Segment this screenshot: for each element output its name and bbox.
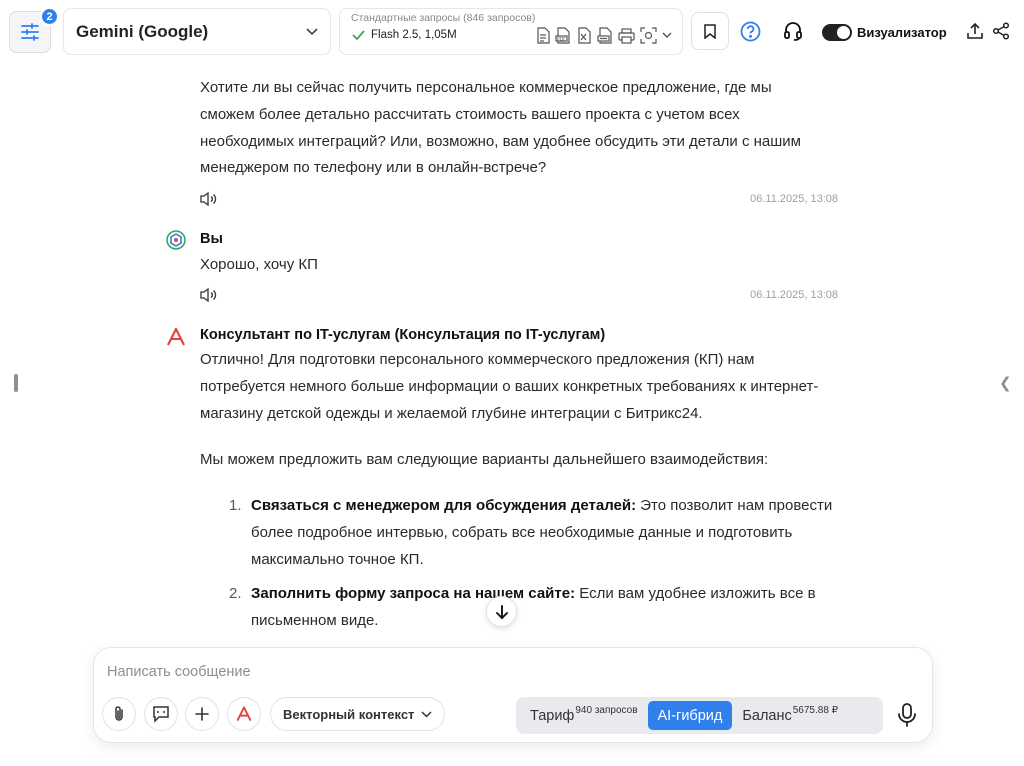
text-line: магазину детской одежды и желаемой глуби… xyxy=(200,404,703,422)
requests-title: Стандартные запросы (846 запросов) xyxy=(351,12,536,24)
top-bar: 2 Gemini (Google) Стандартные запросы (8… xyxy=(0,0,1024,64)
visualizer-toggle[interactable] xyxy=(822,24,852,41)
text-line: Хотите ли вы сейчас получить персонально… xyxy=(200,79,772,96)
chat-bubble-icon xyxy=(153,706,169,723)
mode-tariff-count: 940 запросов xyxy=(575,705,638,716)
message-assistant-text: Отлично! Для подготовки персонального ко… xyxy=(200,347,840,427)
message-author: Вы xyxy=(200,231,223,247)
list-bold: Связаться с менеджером для обсуждения де… xyxy=(251,497,637,514)
speaker-icon[interactable] xyxy=(199,287,219,303)
mode-tariff-label: Тариф xyxy=(530,707,575,724)
speaker-icon[interactable] xyxy=(199,191,219,207)
mode-balance[interactable]: Баланс 5675.88 ₽ xyxy=(732,701,848,730)
text-line: сможем более детально рассчитать стоимос… xyxy=(200,105,740,123)
text-line: максимально точное КП. xyxy=(251,550,424,568)
pdf-icon[interactable]: PDF xyxy=(555,27,571,44)
chat-area[interactable]: Хотите ли вы сейчас получить персонально… xyxy=(0,64,1024,634)
microphone-button[interactable] xyxy=(898,703,916,732)
list-text: Связаться с менеджером для обсуждения де… xyxy=(251,493,832,573)
attach-button[interactable] xyxy=(102,697,136,731)
bookmark-button[interactable] xyxy=(691,12,729,50)
scroll-down-button[interactable] xyxy=(486,596,517,627)
list-number: 1. xyxy=(229,497,242,514)
list-bold: Заполнить форму запроса на нашем сайте: xyxy=(251,585,576,602)
mode-switch: Тариф 940 запросов AI-гибрид Баланс 5675.8… xyxy=(516,697,883,734)
message-timestamp: 06.11.2025, 13:08 xyxy=(750,193,838,205)
text-line: потребуется немного больше информации о … xyxy=(200,377,819,395)
chevron-down-icon xyxy=(421,710,432,718)
message-assistant-text: Хотите ли вы сейчас получить персонально… xyxy=(200,75,840,182)
mode-balance-amount: 5675.88 ₽ xyxy=(792,705,839,716)
consultant-logo-icon xyxy=(167,327,185,346)
mode-hybrid-label: AI-гибрид xyxy=(657,707,723,724)
text-line: письменном виде. xyxy=(251,611,379,629)
share-button[interactable] xyxy=(992,22,1010,45)
mode-tariff[interactable]: Тариф 940 запросов xyxy=(520,701,648,730)
document-icon[interactable] xyxy=(536,27,550,44)
requests-model-label: Flash 2.5, 1,05M xyxy=(371,29,457,41)
assistant-select-button[interactable] xyxy=(227,697,261,731)
model-name: Gemini (Google) xyxy=(76,21,209,41)
text-line: менеджером по телефону или в онлайн-встр… xyxy=(200,159,547,177)
chevron-down-icon xyxy=(306,27,318,35)
requests-model: Flash 2.5, 1,05M xyxy=(352,29,457,41)
vector-context-select[interactable]: Векторный контекст xyxy=(270,697,445,731)
add-button[interactable] xyxy=(185,697,219,731)
paperclip-icon xyxy=(115,706,123,721)
plus-icon xyxy=(195,707,209,721)
list-item: 2. Заполнить форму запроса на нашем сайт… xyxy=(229,581,841,634)
message-user-text: Хорошо, хочу КП xyxy=(200,256,318,273)
consultant-logo-icon xyxy=(236,706,252,721)
help-button[interactable] xyxy=(740,21,761,47)
excel-icon[interactable] xyxy=(576,27,592,44)
export-tools: PDF xyxy=(536,27,672,44)
model-select[interactable]: Gemini (Google) xyxy=(63,8,331,55)
question-circle-icon xyxy=(740,21,761,42)
check-icon xyxy=(352,30,365,40)
user-avatar-icon xyxy=(166,230,186,250)
message-author: Консультант по IT-услугам (Консультация … xyxy=(200,327,606,343)
support-button[interactable] xyxy=(783,21,803,46)
settings-badge: 2 xyxy=(40,7,59,26)
microphone-icon xyxy=(898,703,916,727)
message-input[interactable] xyxy=(107,661,907,683)
arrow-down-icon xyxy=(495,604,508,619)
screenshot-icon[interactable] xyxy=(640,27,657,44)
word-icon[interactable] xyxy=(597,27,613,44)
prompt-button[interactable] xyxy=(144,697,178,731)
bookmark-icon xyxy=(704,23,716,39)
requests-panel[interactable]: Стандартные запросы (846 запросов) Flash… xyxy=(339,8,683,55)
share-icon xyxy=(992,22,1010,40)
options-intro: Мы можем предложить вам следующие вариан… xyxy=(200,451,769,468)
text-line: необходимых интеграций? Или, возможно, в… xyxy=(200,132,801,150)
upload-button[interactable] xyxy=(966,22,984,45)
mode-balance-label: Баланс xyxy=(742,707,792,724)
visualizer-label: Визуализатор xyxy=(857,25,947,40)
text-line: более подробное интервью, собрать все не… xyxy=(251,523,793,541)
list-number: 2. xyxy=(229,585,242,602)
print-icon[interactable] xyxy=(618,27,635,44)
list-text: Заполнить форму запроса на нашем сайте: … xyxy=(251,581,816,634)
mode-ai-hybrid[interactable]: AI-гибрид xyxy=(647,701,733,730)
headset-icon xyxy=(784,22,802,41)
text-line: Это позволит нам провести xyxy=(640,497,833,514)
sliders-icon xyxy=(21,23,39,41)
text-line: Если вам удобнее изложить все в xyxy=(579,585,816,602)
message-timestamp: 06.11.2025, 13:08 xyxy=(750,289,838,301)
chevron-down-icon[interactable] xyxy=(662,32,672,39)
message-composer: Векторный контекст Тариф940 запросов AI-… xyxy=(93,647,933,743)
upload-icon xyxy=(967,22,983,39)
svg-text:PDF: PDF xyxy=(557,36,566,42)
text-line: Отлично! Для подготовки персонального ко… xyxy=(200,351,755,368)
list-item: 1. Связаться с менеджером для обсуждения… xyxy=(229,493,841,573)
vector-context-label: Векторный контекст xyxy=(283,706,415,722)
